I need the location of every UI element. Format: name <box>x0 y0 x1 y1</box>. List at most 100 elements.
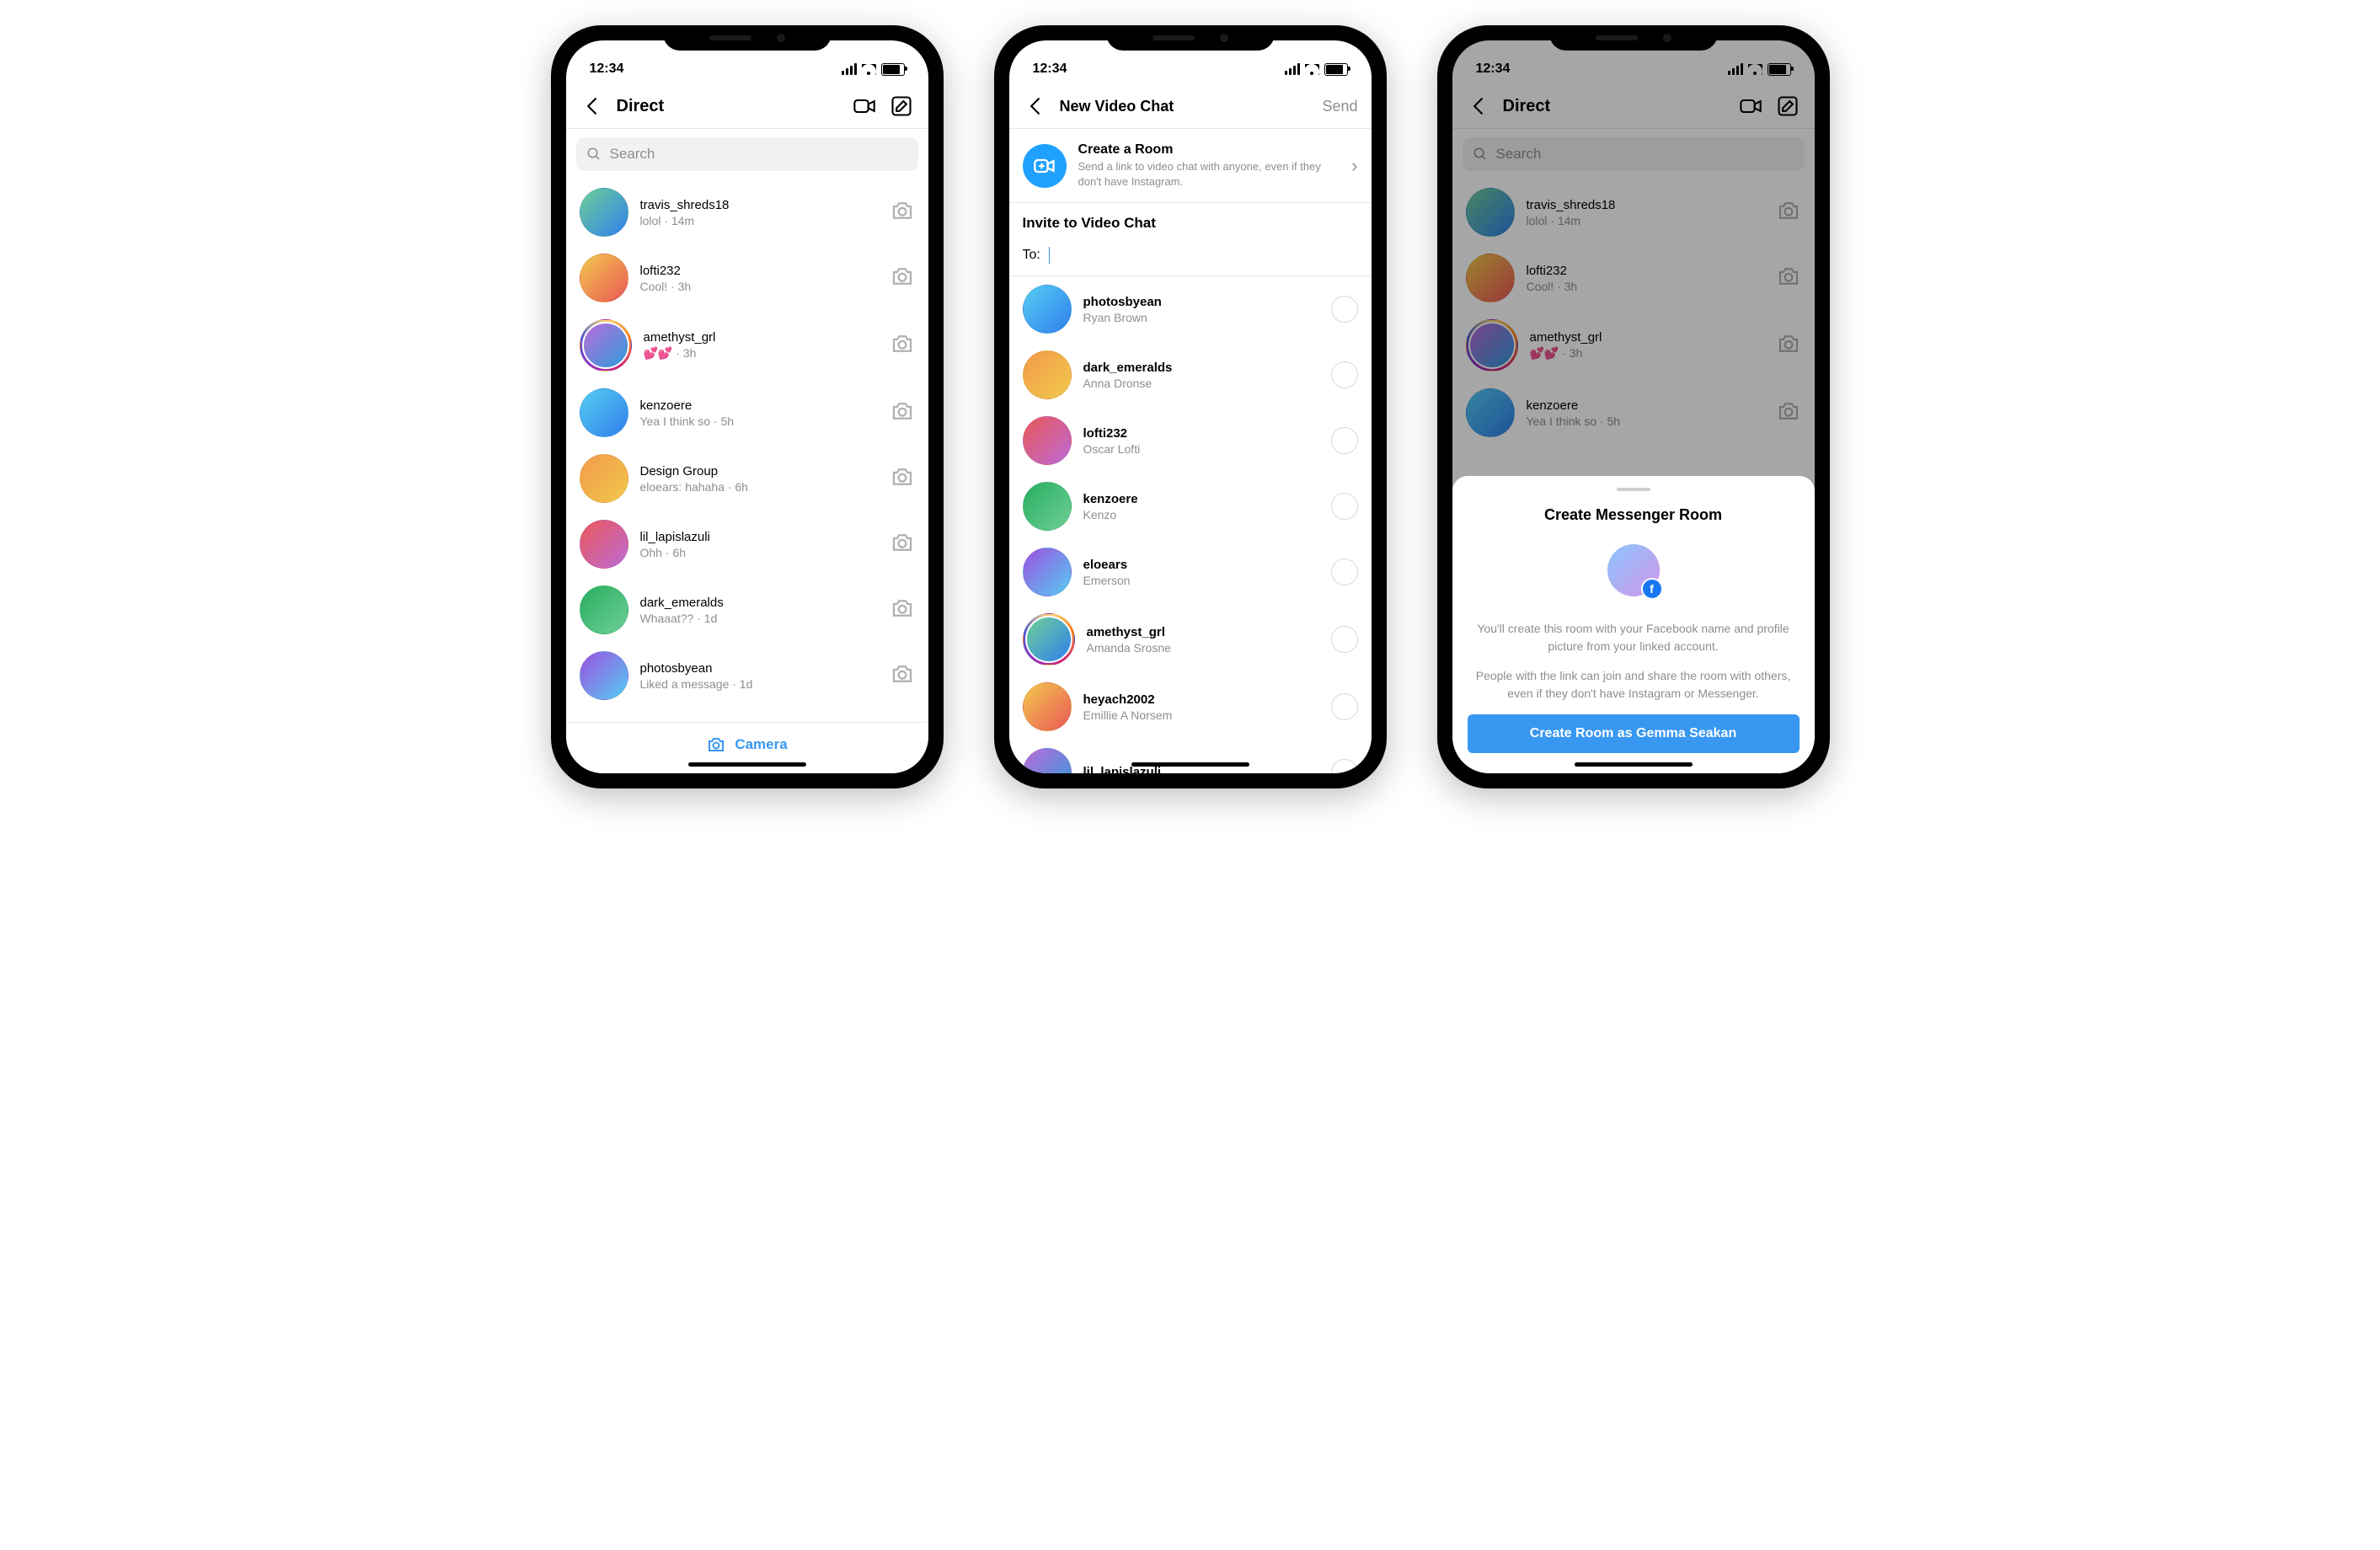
contact-fullname: Emerson <box>1083 574 1319 587</box>
camera-icon <box>706 735 726 755</box>
battery-icon <box>881 63 905 76</box>
avatar <box>1023 416 1072 465</box>
chat-row[interactable]: lofti232 Cool! · 3h <box>566 245 928 311</box>
notch <box>1106 25 1275 51</box>
avatar <box>580 319 632 371</box>
chat-row[interactable]: travis_shreds18lolol · 14m <box>566 179 928 245</box>
contact-username: eloears <box>1083 558 1319 572</box>
contact-username: amethyst_grl <box>1087 625 1319 639</box>
chat-username: lil_lapislazuli <box>640 530 878 544</box>
contact-row[interactable]: lil_lapislazuli <box>1009 740 1372 773</box>
chat-row[interactable]: dark_emeraldsWhaaat?? · 1d <box>566 577 928 643</box>
chat-preview: Yea I think so · 5h <box>640 414 878 428</box>
chat-username: lofti232 <box>640 264 878 278</box>
notch <box>663 25 832 51</box>
back-button[interactable] <box>580 93 607 120</box>
create-room-sheet: Create Messenger Room f You'll create th… <box>1452 476 1815 773</box>
select-radio[interactable] <box>1331 559 1358 585</box>
video-call-button[interactable] <box>851 93 878 120</box>
chat-preview: Cool! · 3h <box>640 280 878 293</box>
send-button[interactable]: Send <box>1322 98 1357 115</box>
contact-row[interactable]: eloears Emerson <box>1009 539 1372 605</box>
banner-desc: Send a link to video chat with anyone, e… <box>1078 159 1340 189</box>
avatar <box>1023 350 1072 399</box>
facebook-badge-icon: f <box>1641 578 1663 600</box>
select-radio[interactable] <box>1331 427 1358 454</box>
phone-create-room: 12:34 Direct Search travis_shreds18lolol… <box>1437 25 1830 788</box>
chat-username: photosbyean <box>640 661 878 676</box>
create-room-banner[interactable]: Create a Room Send a link to video chat … <box>1009 129 1372 203</box>
select-radio[interactable] <box>1331 626 1358 653</box>
section-header: Invite to Video Chat <box>1009 203 1372 238</box>
avatar <box>580 454 628 503</box>
avatar <box>580 188 628 237</box>
sheet-title: Create Messenger Room <box>1468 506 1800 524</box>
select-radio[interactable] <box>1331 693 1358 720</box>
search-icon <box>586 147 602 162</box>
camera-label: Camera <box>735 736 787 753</box>
camera-icon[interactable] <box>890 661 915 691</box>
contact-fullname: Emillie A Norsem <box>1083 708 1319 722</box>
screen-create-room: 12:34 Direct Search travis_shreds18lolol… <box>1452 40 1815 773</box>
compose-button[interactable] <box>888 93 915 120</box>
chat-list[interactable]: travis_shreds18lolol · 14m lofti232 Cool! … <box>566 179 928 722</box>
banner-title: Create a Room <box>1078 142 1340 158</box>
home-indicator[interactable] <box>1131 762 1249 767</box>
home-indicator[interactable] <box>688 762 806 767</box>
sheet-grabber[interactable] <box>1617 488 1650 491</box>
page-title: New Video Chat <box>1060 98 1313 115</box>
avatar <box>580 254 628 302</box>
camera-icon[interactable] <box>890 398 915 428</box>
chat-username: Design Group <box>640 464 878 478</box>
contact-list[interactable]: photosbyeanRyan Browndark_emeraldsAnna D… <box>1009 276 1372 773</box>
contact-row[interactable]: kenzoereKenzo <box>1009 473 1372 539</box>
avatar <box>1023 482 1072 531</box>
select-radio[interactable] <box>1331 759 1358 773</box>
wifi-icon <box>862 64 876 75</box>
camera-icon[interactable] <box>890 530 915 559</box>
signal-icon <box>1285 63 1300 75</box>
contact-row[interactable]: heyach2002Emillie A Norsem <box>1009 674 1372 740</box>
avatar <box>1023 748 1072 773</box>
chat-row[interactable]: lil_lapislazuli Ohh · 6h <box>566 511 928 577</box>
avatar <box>580 520 628 569</box>
room-link-icon <box>1023 144 1067 188</box>
status-time: 12:34 <box>1033 61 1067 77</box>
chat-row[interactable]: photosbyeanLiked a message · 1d <box>566 643 928 708</box>
camera-icon[interactable] <box>890 331 915 361</box>
select-radio[interactable] <box>1331 296 1358 323</box>
camera-icon[interactable] <box>890 198 915 227</box>
select-radio[interactable] <box>1331 361 1358 388</box>
phone-new-video-chat: 12:34 New Video Chat Send Create a Room … <box>994 25 1387 788</box>
camera-icon[interactable] <box>890 264 915 293</box>
home-indicator[interactable] <box>1575 762 1693 767</box>
contact-fullname: Oscar Lofti <box>1083 442 1319 456</box>
header: New Video Chat Send <box>1009 84 1372 129</box>
contact-username: photosbyean <box>1083 295 1319 309</box>
contact-username: kenzoere <box>1083 492 1319 506</box>
contact-fullname: Anna Dronse <box>1083 377 1319 390</box>
chat-preview: Ohh · 6h <box>640 546 878 559</box>
search-input[interactable]: Search <box>576 137 918 171</box>
phone-direct: 12:34 Direct Search travis_shreds18lolol… <box>551 25 944 788</box>
contact-row[interactable]: lofti232Oscar Lofti <box>1009 408 1372 473</box>
battery-icon <box>1324 63 1348 76</box>
chat-row[interactable]: kenzoereYea I think so · 5h <box>566 380 928 446</box>
avatar <box>1023 285 1072 334</box>
select-radio[interactable] <box>1331 493 1358 520</box>
sheet-paragraph: You'll create this room with your Facebo… <box>1468 620 1800 655</box>
contact-row[interactable]: photosbyeanRyan Brown <box>1009 276 1372 342</box>
to-field[interactable]: To: <box>1009 238 1372 276</box>
chat-row[interactable]: Design Groupeloears: hahaha · 6h <box>566 446 928 511</box>
contact-row[interactable]: dark_emeraldsAnna Dronse <box>1009 342 1372 408</box>
contact-fullname: Amanda Srosne <box>1087 641 1319 655</box>
camera-icon[interactable] <box>890 464 915 494</box>
back-button[interactable] <box>1023 93 1050 120</box>
contact-row[interactable]: amethyst_grl Amanda Srosne <box>1009 605 1372 674</box>
notch <box>1549 25 1718 51</box>
chat-row[interactable]: amethyst_grl💕💕 · 3h <box>566 311 928 380</box>
camera-icon[interactable] <box>890 596 915 625</box>
sheet-paragraph: People with the link can join and share … <box>1468 667 1800 703</box>
chat-username: kenzoere <box>640 398 878 413</box>
create-room-button[interactable]: Create Room as Gemma Seakan <box>1468 714 1800 753</box>
